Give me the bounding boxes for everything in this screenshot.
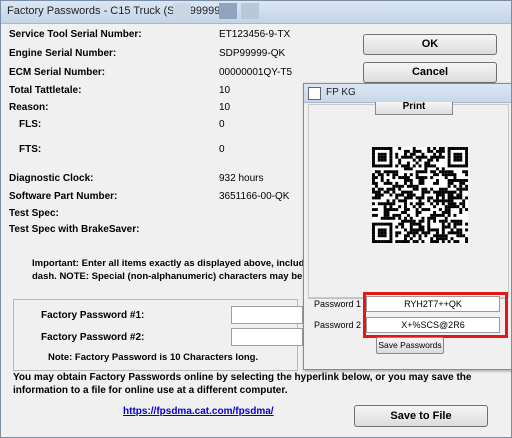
save-passwords-button[interactable]: Save Passwords [376,337,444,354]
save-to-file-button[interactable]: Save to File [354,405,488,427]
reason-value: 10 [219,102,231,113]
engine-serial-label: Engine Serial Number: [9,48,117,59]
password-highlight-box [363,292,508,338]
app-icon [308,87,321,100]
title-bar: Factory Passwords - C15 Truck (SDP99999) [1,1,511,24]
factory-password-1-input[interactable] [231,306,303,324]
engine-serial-value: SDP99999-QK [219,48,286,59]
factory-password-1-label: Factory Password #1: [41,310,145,321]
diagnostic-clock-label: Diagnostic Clock: [9,173,94,184]
ecm-serial-label: ECM Serial Number: [9,67,106,78]
qr-code-icon [372,147,468,243]
online-info-text: You may obtain Factory Passwords online … [13,372,472,396]
total-tattletale-label: Total Tattletale: [9,85,82,96]
ecm-serial-value: 00000001QY-T5 [219,67,293,78]
fpkg-dialog: FP KG Print Password 1 RYH2T7++QK Passwo… [303,83,512,370]
fts-value: 0 [219,144,225,155]
fls-value: 0 [219,119,225,130]
fpkg-title: FP KG [326,87,356,98]
software-part-number-value: 3651166-00-QK [219,191,290,202]
factory-password-2-input[interactable] [231,328,303,346]
fpkg-title-bar: FP KG [304,84,511,103]
factory-password-group: Factory Password #1: Factory Password #2… [13,299,303,371]
service-tool-serial-label: Service Tool Serial Number: [9,29,142,40]
software-part-number-label: Software Part Number: [9,191,118,202]
service-tool-serial-value: ET123456-9-TX [219,29,291,40]
fts-label: FTS: [19,144,42,155]
reason-label: Reason: [9,102,49,113]
print-button[interactable]: Print [375,102,453,115]
window-title: Factory Passwords - C15 Truck (SDP99999) [7,5,225,17]
fpkg-qr-panel: Print [308,102,509,298]
factory-passwords-window: Factory Passwords - C15 Truck (SDP99999)… [0,0,512,438]
fls-label: FLS: [19,119,42,130]
cancel-button[interactable]: Cancel [363,62,497,83]
titlebar-control[interactable] [241,3,259,19]
ok-button[interactable]: OK [363,34,497,55]
fpsdma-hyperlink[interactable]: https://fpsdma.cat.com/fpsdma/ [123,406,274,417]
titlebar-control[interactable] [219,3,237,19]
titlebar-control[interactable] [173,3,191,19]
test-spec-brakesaver-label: Test Spec with BrakeSaver: [9,224,140,235]
password-1-label: Password 1 [314,299,362,309]
password-length-note: Note: Factory Password is 10 Characters … [48,352,259,363]
factory-password-2-label: Factory Password #2: [41,332,145,343]
test-spec-label: Test Spec: [9,208,59,219]
diagnostic-clock-value: 932 hours [219,173,264,184]
password-2-label: Password 2 [314,320,362,330]
total-tattletale-value: 10 [219,85,231,96]
